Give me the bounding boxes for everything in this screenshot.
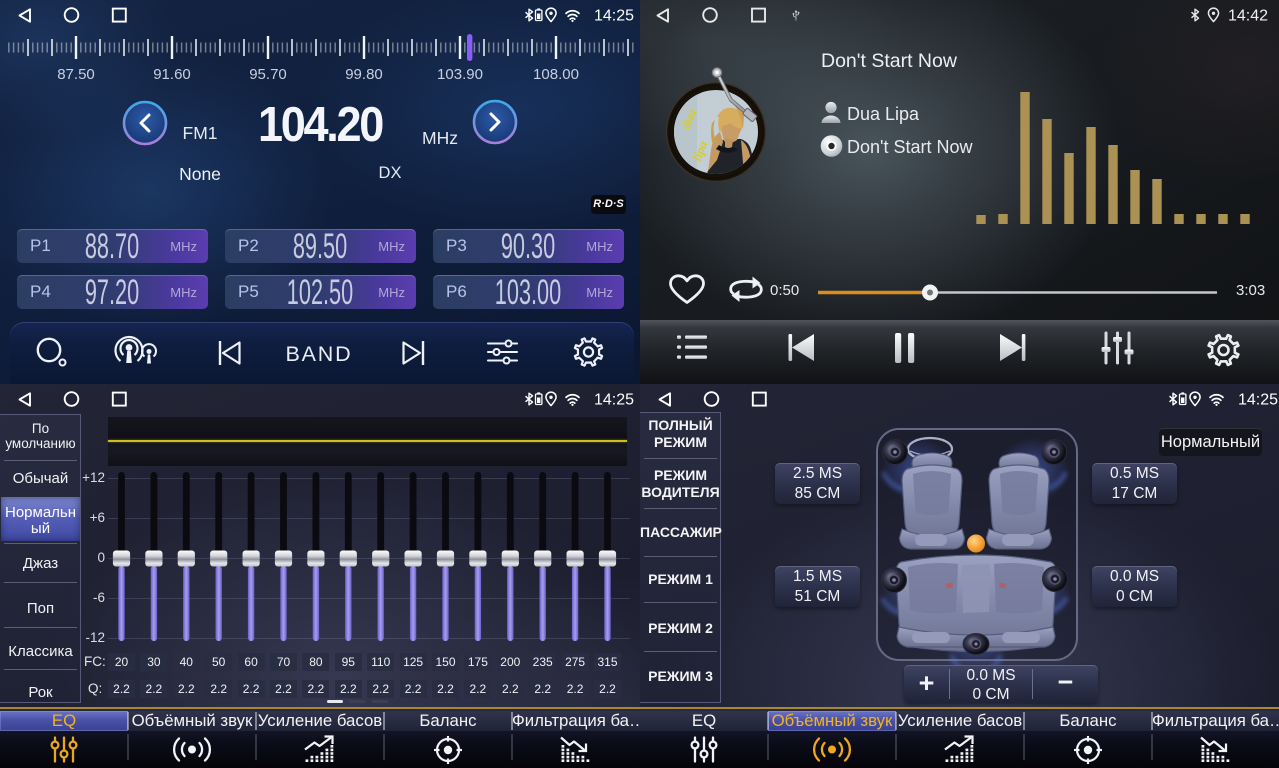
svg-text:14:25: 14:25	[594, 392, 634, 409]
svg-text:14:42: 14:42	[1228, 8, 1268, 25]
svg-text:14:25: 14:25	[1238, 392, 1278, 409]
svg-text:14:25: 14:25	[594, 8, 634, 25]
svg-text:BAND: BAND	[286, 342, 353, 366]
